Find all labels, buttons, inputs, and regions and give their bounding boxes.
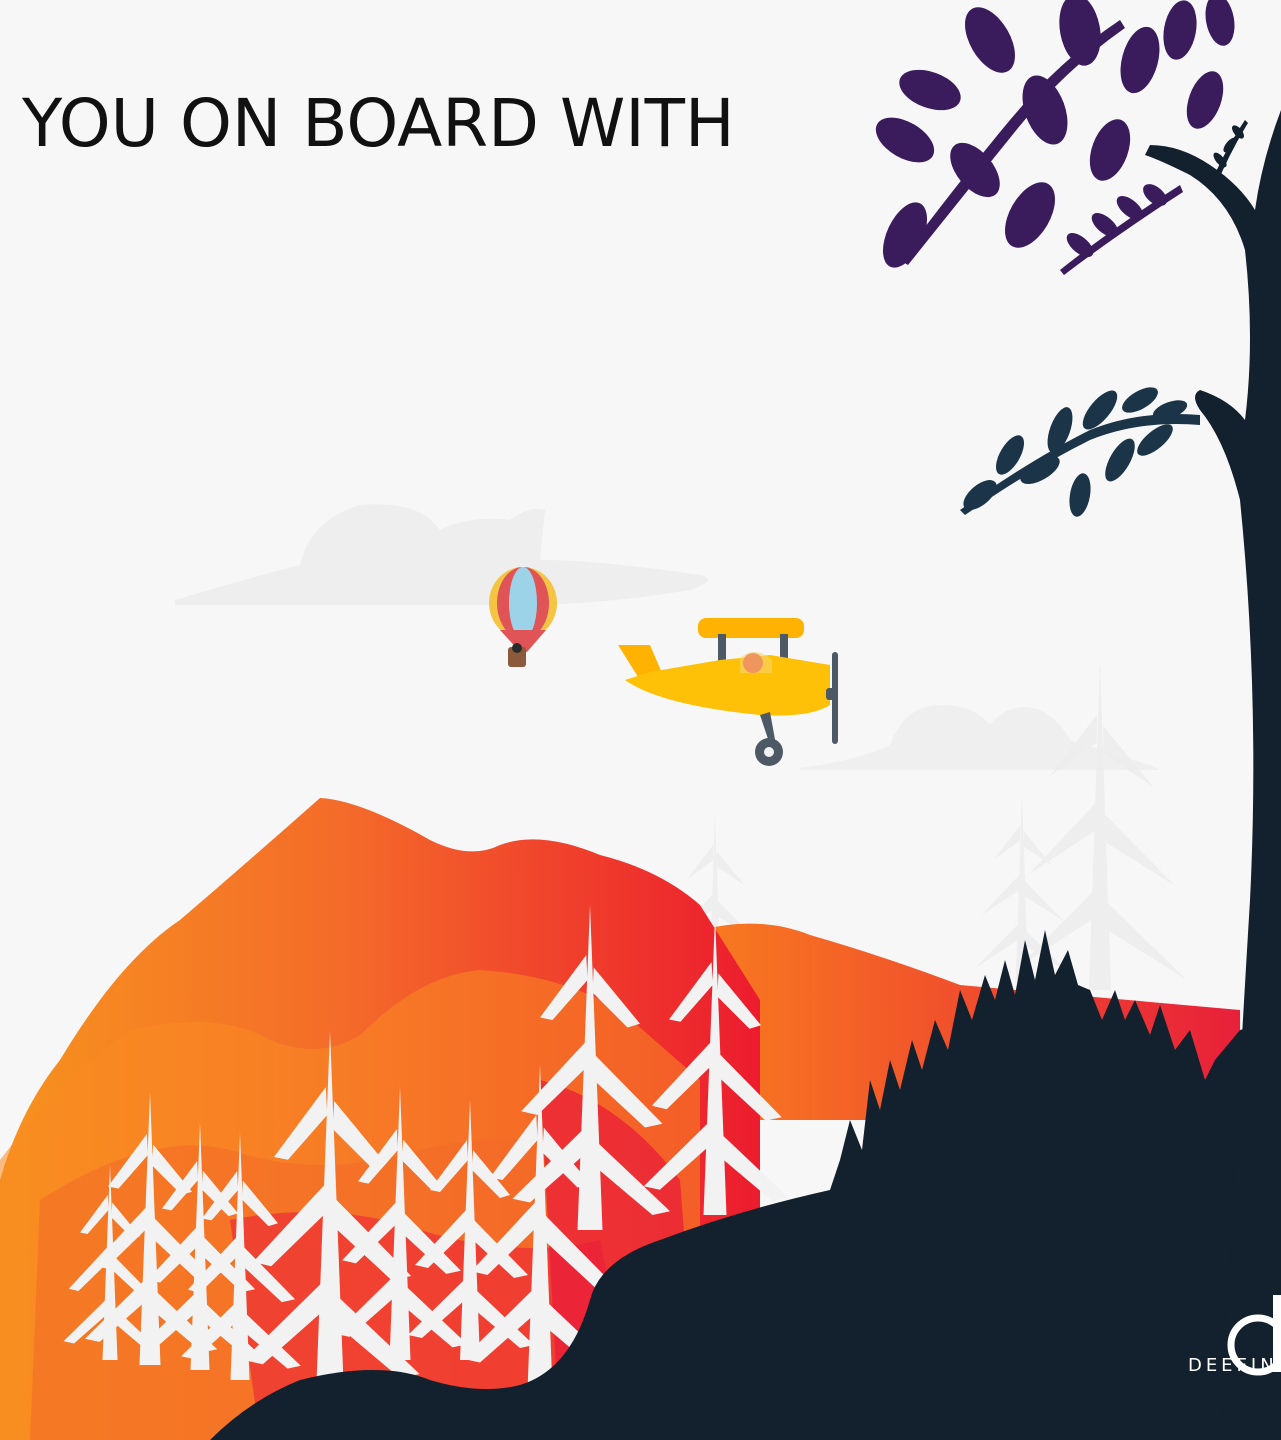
- purple-leaves: [875, 0, 1235, 275]
- biplane-icon: [618, 618, 838, 766]
- brand-wordmark: DEEFINI: [1187, 1355, 1281, 1376]
- hot-air-balloon-icon: [489, 567, 557, 667]
- landscape-illustration: [0, 0, 1281, 1440]
- cloud-left: [175, 504, 708, 605]
- dark-leaf-branch: [960, 387, 1200, 517]
- poster: YOU ON BOARD WITH DEEFINI: [0, 0, 1281, 1440]
- fern-sprig: [1210, 120, 1248, 188]
